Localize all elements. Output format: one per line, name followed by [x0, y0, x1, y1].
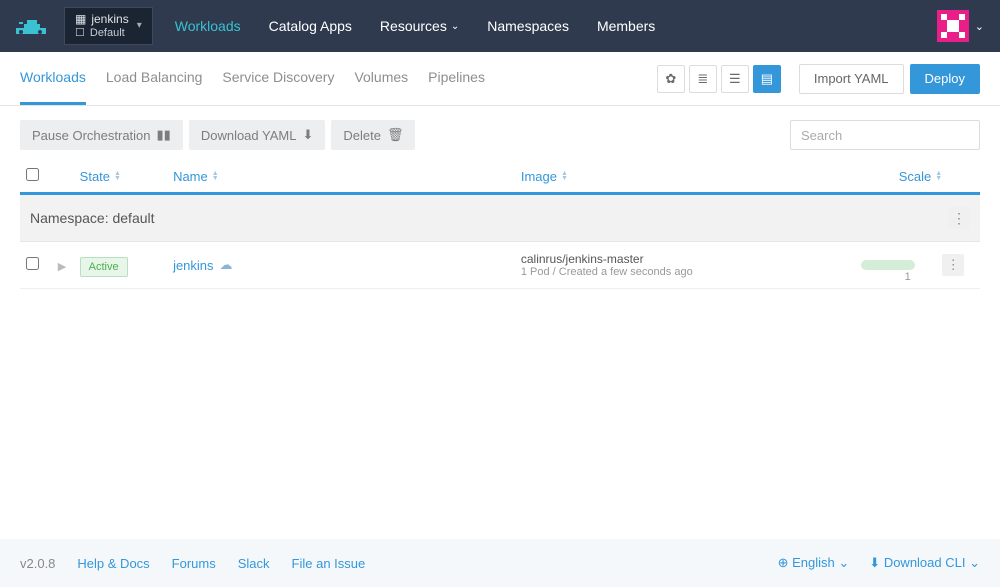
- select-all-checkbox[interactable]: [26, 168, 39, 181]
- expand-row-button[interactable]: ▶: [58, 261, 66, 273]
- footer-forums[interactable]: Forums: [172, 556, 216, 571]
- sort-icon: ▲▼: [114, 171, 121, 181]
- nav-items: Workloads Catalog Apps Resources⌄ Namesp…: [161, 0, 670, 52]
- chevron-down-icon: ⌄: [451, 21, 459, 32]
- kebab-icon: ⋮: [952, 210, 966, 227]
- nav-members[interactable]: Members: [583, 0, 669, 52]
- image-name: calinrus/jenkins-master: [521, 252, 861, 266]
- download-icon: ⬇: [869, 555, 880, 570]
- tab-volumes[interactable]: Volumes: [354, 52, 408, 105]
- tab-workloads[interactable]: Workloads: [20, 52, 86, 105]
- namespace-group-header: Namespace: default ⋮: [20, 195, 980, 242]
- tab-pipelines[interactable]: Pipelines: [428, 52, 485, 105]
- scale-value: 1: [905, 271, 911, 283]
- sort-icon: ▲▼: [561, 171, 568, 181]
- chevron-down-icon: ⌄: [969, 555, 980, 570]
- cloud-icon: ☁: [220, 257, 233, 273]
- nav-resources[interactable]: Resources⌄: [366, 0, 473, 52]
- footer-slack[interactable]: Slack: [238, 556, 270, 571]
- kebab-icon: ⋮: [947, 257, 960, 273]
- view-list-button[interactable]: ≣: [689, 65, 717, 93]
- download-cli-button[interactable]: ⬇ Download CLI ⌄: [869, 555, 980, 571]
- download-icon: ⬇: [302, 127, 313, 143]
- nav-workloads[interactable]: Workloads: [161, 0, 255, 52]
- row-menu-button[interactable]: ⋮: [942, 254, 964, 276]
- user-avatar[interactable]: [937, 10, 969, 42]
- import-yaml-button[interactable]: Import YAML: [799, 64, 904, 94]
- gear-icon: ✿: [665, 71, 676, 87]
- nav-catalog-apps[interactable]: Catalog Apps: [255, 0, 366, 52]
- top-navigation: ▦jenkins ☐Default ▾ Workloads Catalog Ap…: [0, 0, 1000, 52]
- action-row: Pause Orchestration▮▮ Download YAML⬇ Del…: [0, 106, 1000, 150]
- cluster-name: ▦jenkins: [75, 12, 129, 26]
- group-menu-button[interactable]: ⋮: [948, 207, 970, 229]
- footer-help-docs[interactable]: Help & Docs: [77, 556, 149, 571]
- deploy-button[interactable]: Deploy: [910, 64, 980, 94]
- language-selector[interactable]: ⊕ English ⌄: [778, 555, 850, 571]
- trash-icon: 🗑: [387, 127, 404, 143]
- cluster-namespace: ☐Default: [75, 27, 129, 40]
- view-mode-buttons: ✿ ≣ ☰ ▤: [657, 65, 781, 93]
- namespace-title: Namespace: default: [30, 210, 155, 226]
- image-subtitle: 1 Pod / Created a few seconds ago: [521, 266, 861, 278]
- view-detail-button[interactable]: ▤: [753, 65, 781, 93]
- delete-button[interactable]: Delete🗑: [331, 120, 415, 150]
- footer: v2.0.8 Help & Docs Forums Slack File an …: [0, 539, 1000, 587]
- chevron-down-icon[interactable]: ⌄: [975, 20, 984, 33]
- tab-service-discovery[interactable]: Service Discovery: [222, 52, 334, 105]
- nav-namespaces[interactable]: Namespaces: [473, 0, 583, 52]
- cluster-selector[interactable]: ▦jenkins ☐Default ▾: [64, 7, 153, 45]
- column-scale[interactable]: Scale▲▼: [861, 169, 942, 184]
- view-gear-button[interactable]: ✿: [657, 65, 685, 93]
- view-group-button[interactable]: ☰: [721, 65, 749, 93]
- version-label: v2.0.8: [20, 556, 55, 571]
- globe-icon: ⊕: [778, 555, 789, 570]
- detail-icon: ▤: [761, 71, 773, 87]
- workloads-table: State▲▼ Name▲▼ Image▲▼ Scale▲▼ Namespace…: [0, 150, 1000, 289]
- search-input[interactable]: [790, 120, 980, 150]
- group-icon: ☰: [729, 71, 741, 87]
- download-yaml-button[interactable]: Download YAML⬇: [189, 120, 326, 150]
- chevron-down-icon: ⌄: [838, 555, 849, 570]
- sort-icon: ▲▼: [935, 171, 942, 181]
- rancher-logo[interactable]: [0, 0, 64, 52]
- list-icon: ≣: [697, 71, 708, 87]
- table-row: ▶ Active jenkins ☁ calinrus/jenkins-mast…: [20, 242, 980, 289]
- scale-indicator: 1: [861, 260, 915, 270]
- row-checkbox[interactable]: [26, 257, 39, 270]
- pause-icon: ▮▮: [157, 127, 171, 143]
- column-name[interactable]: Name▲▼: [173, 169, 521, 184]
- sub-navigation: Workloads Load Balancing Service Discove…: [0, 52, 1000, 106]
- tab-load-balancing[interactable]: Load Balancing: [106, 52, 203, 105]
- column-image[interactable]: Image▲▼: [521, 169, 861, 184]
- chevron-down-icon: ▾: [137, 20, 142, 31]
- status-badge: Active: [80, 257, 128, 277]
- column-state[interactable]: State▲▼: [80, 169, 173, 184]
- workload-name-link[interactable]: jenkins ☁: [173, 257, 521, 273]
- sort-icon: ▲▼: [212, 171, 219, 181]
- table-header: State▲▼ Name▲▼ Image▲▼ Scale▲▼: [20, 160, 980, 195]
- footer-file-issue[interactable]: File an Issue: [292, 556, 366, 571]
- pause-orchestration-button[interactable]: Pause Orchestration▮▮: [20, 120, 183, 150]
